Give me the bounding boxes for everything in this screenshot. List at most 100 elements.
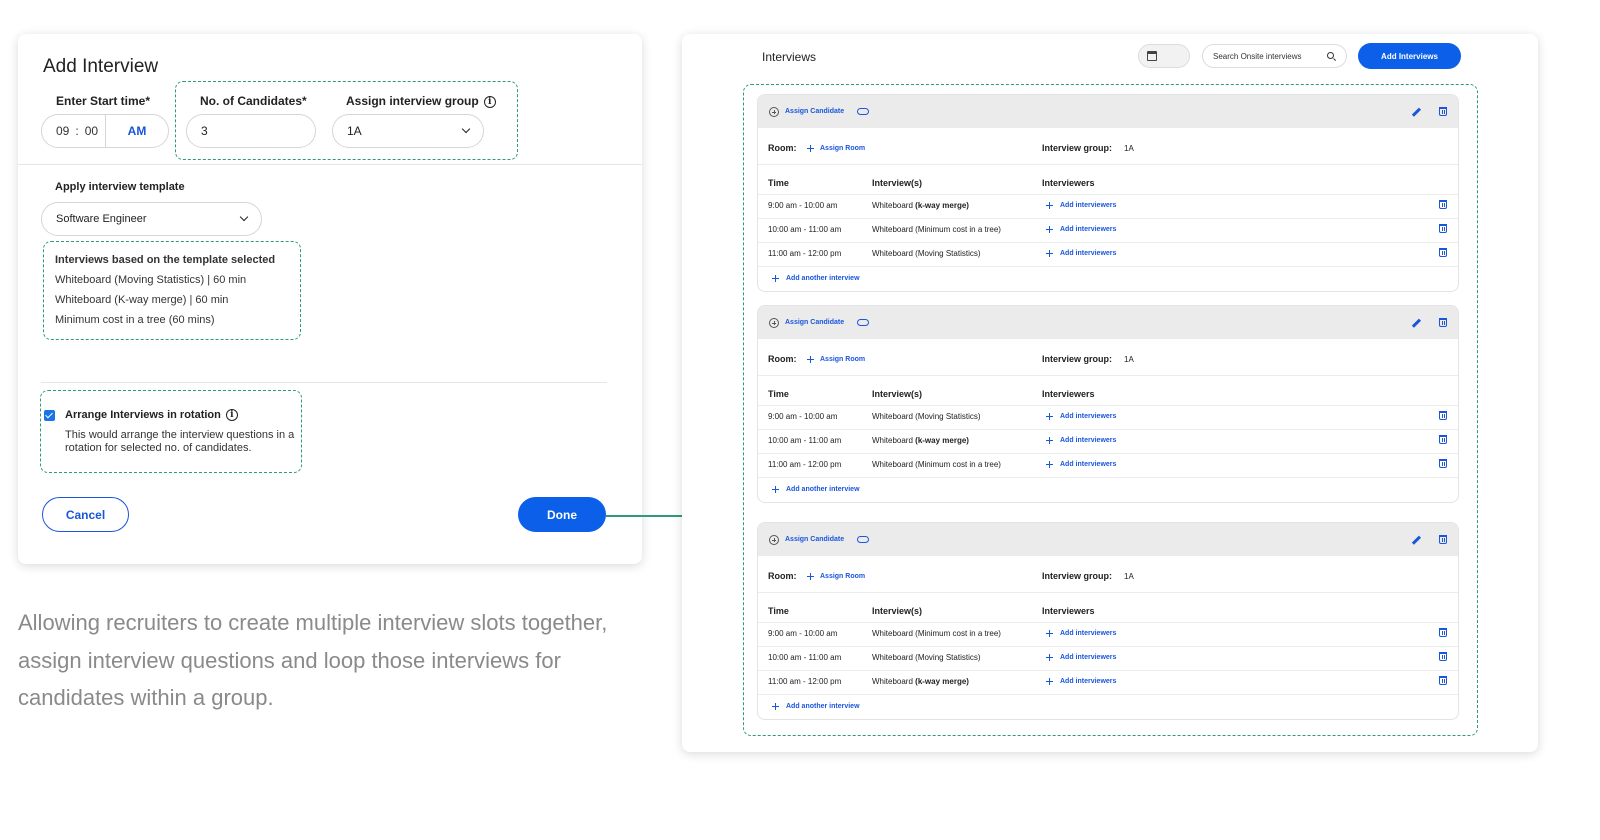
calendar-icon [1147, 51, 1157, 61]
add-interviews-button[interactable]: Add Interviews [1358, 43, 1461, 69]
info-icon[interactable]: i [483, 95, 496, 108]
plus-icon[interactable] [772, 275, 779, 282]
time-cell: 11:00 am - 12:00 pm [768, 249, 842, 258]
hour-field[interactable]: 09 [56, 124, 69, 138]
trash-icon[interactable] [1439, 411, 1447, 420]
divider [758, 405, 1458, 406]
calendar-button[interactable] [1138, 44, 1190, 68]
interview-topic: (Moving Statistics) [915, 653, 981, 662]
add-interviewers-link[interactable]: Add interviewers [1060, 413, 1116, 420]
link-icon[interactable] [857, 536, 869, 543]
interview-type: Whiteboard [872, 412, 913, 421]
ampm-toggle[interactable]: AM [105, 115, 168, 147]
plus-icon[interactable] [1046, 413, 1053, 420]
add-interviewers-link[interactable]: Add interviewers [1060, 630, 1116, 637]
rotation-checkbox[interactable] [44, 410, 55, 421]
add-another-interview-link[interactable]: Add another interview [786, 703, 860, 710]
plus-icon[interactable] [1046, 437, 1053, 444]
add-circle-icon[interactable] [769, 107, 779, 117]
interviewers-header: Interviewers [1042, 606, 1095, 616]
interview-cell: Whiteboard (Minimum cost in a tree) [872, 629, 1001, 638]
cancel-button[interactable]: Cancel [42, 497, 129, 532]
plus-icon[interactable] [1046, 630, 1053, 637]
time-cell: 10:00 am - 11:00 am [768, 436, 842, 445]
minute-field[interactable]: 00 [85, 124, 98, 138]
room-label: Room: [768, 143, 797, 153]
plus-icon[interactable] [1046, 678, 1053, 685]
candidates-input[interactable]: 3 [186, 114, 316, 148]
plus-icon[interactable] [1046, 654, 1053, 661]
add-interviewers-link[interactable]: Add interviewers [1060, 461, 1116, 468]
trash-icon[interactable] [1439, 535, 1447, 544]
interview-type: Whiteboard [872, 201, 913, 210]
add-circle-icon[interactable] [769, 318, 779, 328]
interviews-header: Interview(s) [872, 606, 923, 616]
link-icon[interactable] [857, 319, 869, 326]
trash-icon[interactable] [1439, 200, 1447, 209]
add-interviewers-link[interactable]: Add interviewers [1060, 678, 1116, 685]
time-cell: 11:00 am - 12:00 pm [768, 677, 842, 686]
group-select[interactable]: 1A [332, 114, 484, 148]
group-value: 1A [347, 124, 362, 138]
trash-icon[interactable] [1439, 224, 1447, 233]
group-value: 1A [1124, 144, 1134, 153]
trash-icon[interactable] [1439, 459, 1447, 468]
assign-candidate-link[interactable]: Assign Candidate [785, 108, 844, 115]
assign-candidate-link[interactable]: Assign Candidate [785, 536, 844, 543]
plus-icon[interactable] [772, 703, 779, 710]
add-interviewers-link[interactable]: Add interviewers [1060, 226, 1116, 233]
plus-icon[interactable] [772, 486, 779, 493]
assign-room-link[interactable]: Assign Room [820, 356, 865, 363]
info-icon[interactable]: i [225, 409, 238, 422]
time-cell: 9:00 am - 10:00 am [768, 629, 838, 638]
plus-icon[interactable] [1046, 461, 1053, 468]
trash-icon[interactable] [1439, 676, 1447, 685]
link-icon[interactable] [857, 108, 869, 115]
interview-topic: (Minimum cost in a tree) [915, 629, 1001, 638]
template-select[interactable]: Software Engineer [41, 202, 262, 236]
plus-icon[interactable] [1046, 226, 1053, 233]
divider [758, 646, 1458, 647]
interview-type: Whiteboard [872, 460, 913, 469]
plus-icon[interactable] [1046, 202, 1053, 209]
time-header: Time [768, 606, 789, 616]
room-label: Room: [768, 354, 797, 364]
search-input[interactable]: Search Onsite interviews [1202, 44, 1347, 68]
plus-icon[interactable] [807, 356, 814, 363]
plus-icon[interactable] [807, 573, 814, 580]
template-item: Minimum cost in a tree (60 mins) [55, 314, 215, 326]
interview-card: Assign Candidate Room: Assign Room Intervie… [757, 305, 1459, 503]
start-time-input[interactable]: 09 : 00 AM [41, 114, 169, 148]
add-circle-icon[interactable] [769, 535, 779, 545]
divider [758, 694, 1458, 695]
interviews-header: Interview(s) [872, 178, 923, 188]
trash-icon[interactable] [1439, 652, 1447, 661]
trash-icon[interactable] [1439, 107, 1447, 116]
assign-room-link[interactable]: Assign Room [820, 573, 865, 580]
trash-icon[interactable] [1439, 435, 1447, 444]
interview-type: Whiteboard [872, 436, 913, 445]
add-interviewers-link[interactable]: Add interviewers [1060, 202, 1116, 209]
interview-card: Assign Candidate Room: Assign Room Intervie… [757, 94, 1459, 292]
add-interviewers-link[interactable]: Add interviewers [1060, 437, 1116, 444]
add-another-interview-link[interactable]: Add another interview [786, 486, 860, 493]
add-interviewers-link[interactable]: Add interviewers [1060, 654, 1116, 661]
assign-room-link[interactable]: Assign Room [820, 145, 865, 152]
divider [758, 375, 1458, 376]
divider [758, 164, 1458, 165]
done-button[interactable]: Done [518, 497, 606, 532]
candidates-value: 3 [201, 124, 208, 138]
room-label: Room: [768, 571, 797, 581]
assign-candidate-link[interactable]: Assign Candidate [785, 319, 844, 326]
interview-type: Whiteboard [872, 249, 913, 258]
trash-icon[interactable] [1439, 248, 1447, 257]
trash-icon[interactable] [1439, 628, 1447, 637]
add-interviewers-link[interactable]: Add interviewers [1060, 250, 1116, 257]
plus-icon[interactable] [1046, 250, 1053, 257]
divider [758, 194, 1458, 195]
search-icon[interactable] [1327, 52, 1334, 59]
plus-icon[interactable] [807, 145, 814, 152]
add-another-interview-link[interactable]: Add another interview [786, 275, 860, 282]
template-item: Whiteboard (K-way merge) | 60 min [55, 294, 229, 306]
trash-icon[interactable] [1439, 318, 1447, 327]
